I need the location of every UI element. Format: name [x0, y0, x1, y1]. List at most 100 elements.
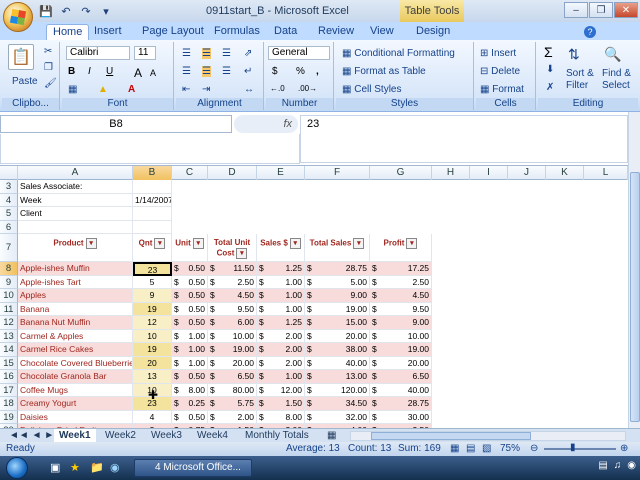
autosum-icon[interactable]: Σ [544, 44, 553, 60]
qnt-cell[interactable]: 12 [133, 316, 172, 330]
vertical-scroll-thumb[interactable] [630, 172, 640, 422]
fill-color-icon[interactable]: ▲ [98, 84, 108, 95]
table-header-cell[interactable]: Product ▾ [18, 234, 133, 262]
sales-cell[interactable]: $1.00 [257, 275, 305, 289]
qnt-cell[interactable]: 19 [133, 302, 172, 316]
row-header[interactable]: 13 [0, 329, 18, 343]
filter-dropdown-icon[interactable]: ▾ [154, 238, 166, 249]
row-header[interactable]: 11 [0, 302, 18, 316]
save-icon[interactable]: 💾 [38, 3, 54, 19]
zoom-in-icon[interactable]: ⊕ [620, 443, 628, 454]
folder-icon[interactable]: 📁 [90, 461, 104, 474]
copy-icon[interactable]: ❐ [44, 62, 53, 73]
product-cell[interactable]: Carmel Rice Cakes [18, 343, 133, 357]
align-middle-icon[interactable]: ☰ [202, 48, 211, 59]
tab-formulas[interactable]: Formulas [208, 24, 266, 40]
row-header[interactable]: 18 [0, 397, 18, 411]
delete-cells-button[interactable]: ⊟ Delete [480, 66, 520, 77]
profit-cell[interactable]: $28.75 [370, 397, 432, 411]
unit-cell[interactable]: $0.50 [172, 275, 208, 289]
percent-button[interactable]: % [296, 66, 305, 77]
cost-cell[interactable]: $11.50 [208, 262, 257, 276]
tab-page-layout[interactable]: Page Layout [136, 24, 210, 40]
increase-decimal-button[interactable]: ←.0 [270, 84, 285, 93]
unit-cell[interactable]: $0.50 [172, 302, 208, 316]
borders-icon[interactable]: ▦ [68, 84, 77, 95]
sales-cell[interactable]: $1.50 [257, 397, 305, 411]
profit-cell[interactable]: $40.00 [370, 383, 432, 397]
row-header[interactable]: 5 [0, 207, 18, 221]
total-cell[interactable]: $5.00 [305, 275, 370, 289]
row-header[interactable]: 9 [0, 275, 18, 289]
currency-button[interactable]: $ [272, 66, 278, 77]
align-top-icon[interactable]: ☰ [182, 48, 191, 59]
qnt-cell[interactable]: 13 [133, 370, 172, 384]
find-label[interactable]: Find & [602, 68, 631, 79]
italic-button[interactable]: I [88, 66, 91, 77]
cell-styles-button[interactable]: ▦ Cell Styles [342, 84, 401, 95]
column-header-b[interactable]: B [133, 166, 172, 180]
row-header[interactable]: 6 [0, 220, 18, 234]
tab-insert[interactable]: Insert [88, 24, 128, 40]
cost-cell[interactable]: $5.75 [208, 397, 257, 411]
table-header-cell[interactable]: Sales $ ▾ [257, 234, 305, 262]
sales-cell[interactable]: $1.25 [257, 316, 305, 330]
total-cell[interactable]: $15.00 [305, 316, 370, 330]
sheet-tab-week2[interactable]: Week2 [100, 429, 141, 443]
conditional-formatting-button[interactable]: ▦ Conditional Formatting [342, 48, 455, 59]
cost-cell[interactable]: $80.00 [208, 383, 257, 397]
sales-cell[interactable]: $2.00 [257, 356, 305, 370]
qnt-cell[interactable]: 23 [133, 262, 172, 276]
tab-review[interactable]: Review [312, 24, 360, 40]
product-cell[interactable]: Creamy Yogurt [18, 397, 133, 411]
horizontal-scrollbar[interactable] [350, 431, 626, 441]
profit-cell[interactable]: $2.50 [370, 275, 432, 289]
row-header[interactable]: 15 [0, 356, 18, 370]
qnt-cell[interactable]: 4 [133, 410, 172, 424]
column-header-a[interactable]: A [18, 166, 133, 180]
paste-button[interactable]: 📋 [8, 44, 38, 74]
table-header-cell[interactable]: Total Unit Cost ▾ [208, 234, 257, 262]
grow-font-button[interactable]: A [134, 66, 142, 80]
clear-icon[interactable]: ✗ [546, 82, 554, 93]
cell-value[interactable]: 1/14/2007 [133, 193, 172, 207]
row-header[interactable]: 8 [0, 262, 18, 276]
column-header-l[interactable]: L [584, 166, 628, 180]
horizontal-scroll-thumb[interactable] [371, 432, 531, 440]
row-header[interactable]: 19 [0, 410, 18, 424]
cost-cell[interactable]: $19.00 [208, 343, 257, 357]
comma-button[interactable]: , [316, 66, 319, 77]
format-as-table-button[interactable]: ▦ Format as Table [342, 66, 426, 77]
office-button[interactable] [3, 2, 33, 32]
row-header[interactable]: 3 [0, 180, 18, 194]
profit-cell[interactable]: $19.00 [370, 343, 432, 357]
row-header[interactable]: 16 [0, 370, 18, 384]
cost-cell[interactable]: $2.00 [208, 410, 257, 424]
tab-design[interactable]: Design [410, 24, 456, 40]
product-cell[interactable]: Apples [18, 289, 133, 303]
formula-input[interactable]: 23 [300, 115, 628, 163]
unit-cell[interactable]: $0.50 [172, 289, 208, 303]
zoom-slider[interactable] [544, 448, 616, 450]
browser-icon[interactable]: ◉ [110, 461, 120, 474]
profit-cell[interactable]: $9.50 [370, 302, 432, 316]
cost-cell[interactable]: $6.50 [208, 370, 257, 384]
cell-label[interactable]: Week [18, 193, 133, 207]
sales-cell[interactable]: $1.00 [257, 370, 305, 384]
font-color-icon[interactable]: A [128, 84, 135, 95]
customize-icon[interactable]: ▾ [98, 3, 114, 19]
network-icon[interactable]: ▤ [598, 460, 607, 471]
unit-cell[interactable]: $1.00 [172, 329, 208, 343]
close-icon[interactable]: ✕ [614, 2, 638, 18]
orientation-icon[interactable]: ⇗ [244, 48, 252, 59]
table-header-cell[interactable]: Profit ▾ [370, 234, 432, 262]
filter-dropdown-icon[interactable]: ▾ [406, 238, 418, 249]
row-header[interactable]: 4 [0, 193, 18, 207]
product-cell[interactable]: Daisies [18, 410, 133, 424]
sales-cell[interactable]: $8.00 [257, 410, 305, 424]
total-cell[interactable]: $19.00 [305, 302, 370, 316]
zoom-level[interactable]: 75% [500, 443, 520, 454]
table-header-cell[interactable]: Unit ▾ [172, 234, 208, 262]
total-cell[interactable]: $28.75 [305, 262, 370, 276]
product-cell[interactable]: Apple-ishes Tart [18, 275, 133, 289]
